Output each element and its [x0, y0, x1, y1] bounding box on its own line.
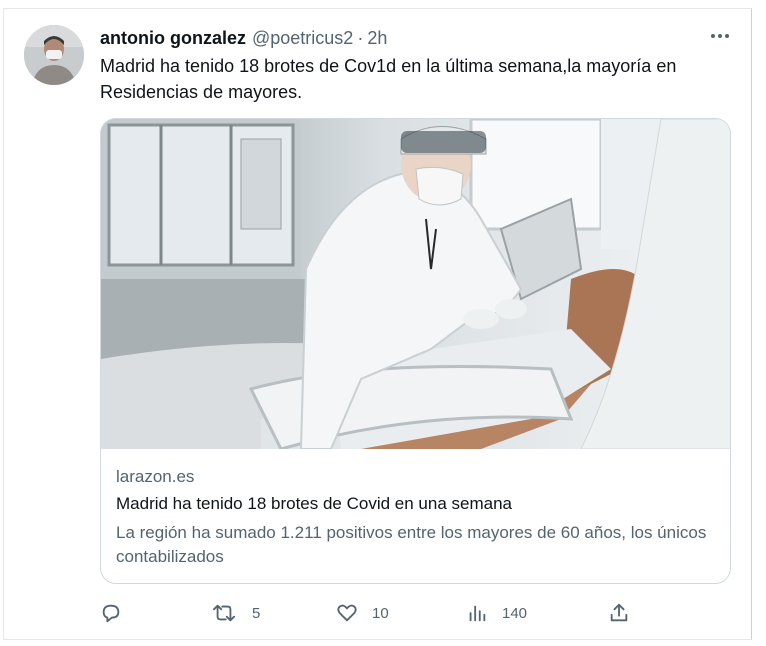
like-button[interactable]: 10	[336, 600, 389, 626]
retweet-icon	[213, 604, 235, 622]
separator-dot: ·	[357, 27, 364, 48]
tweet-time[interactable]: 2h	[367, 28, 387, 49]
author-name[interactable]: antonio gonzalez	[100, 28, 246, 49]
avatar-image	[24, 25, 84, 85]
reply-button[interactable]	[100, 600, 136, 626]
card-domain: larazon.es	[116, 467, 195, 486]
card-image	[101, 119, 730, 449]
share-icon	[610, 603, 628, 622]
card-description: La región ha sumado 1.211 positivos entr…	[116, 523, 707, 566]
views-button[interactable]: 140	[466, 600, 527, 626]
views-count: 140	[502, 604, 528, 622]
tweet-header: antonio gonzalez @poetricus2 · 2h	[100, 27, 387, 49]
share-button[interactable]	[608, 600, 630, 626]
views-icon	[469, 605, 486, 622]
author-handle[interactable]: @poetricus2	[252, 28, 353, 49]
heart-icon	[337, 604, 357, 622]
avatar[interactable]	[24, 25, 84, 85]
more-icon[interactable]	[709, 28, 731, 44]
card-title: Madrid ha tenido 18 brotes de Covid en u…	[116, 494, 512, 513]
like-count: 10	[372, 604, 389, 622]
action-bar: 5 10 140	[100, 600, 740, 626]
tweet-text: Madrid ha tenido 18 brotes de Cov1d en l…	[100, 56, 677, 102]
reply-icon	[102, 604, 120, 623]
retweet-count: 5	[252, 604, 261, 622]
retweet-button[interactable]: 5	[212, 600, 260, 626]
link-card[interactable]: larazon.es Madrid ha tenido 18 brotes de…	[100, 118, 731, 584]
